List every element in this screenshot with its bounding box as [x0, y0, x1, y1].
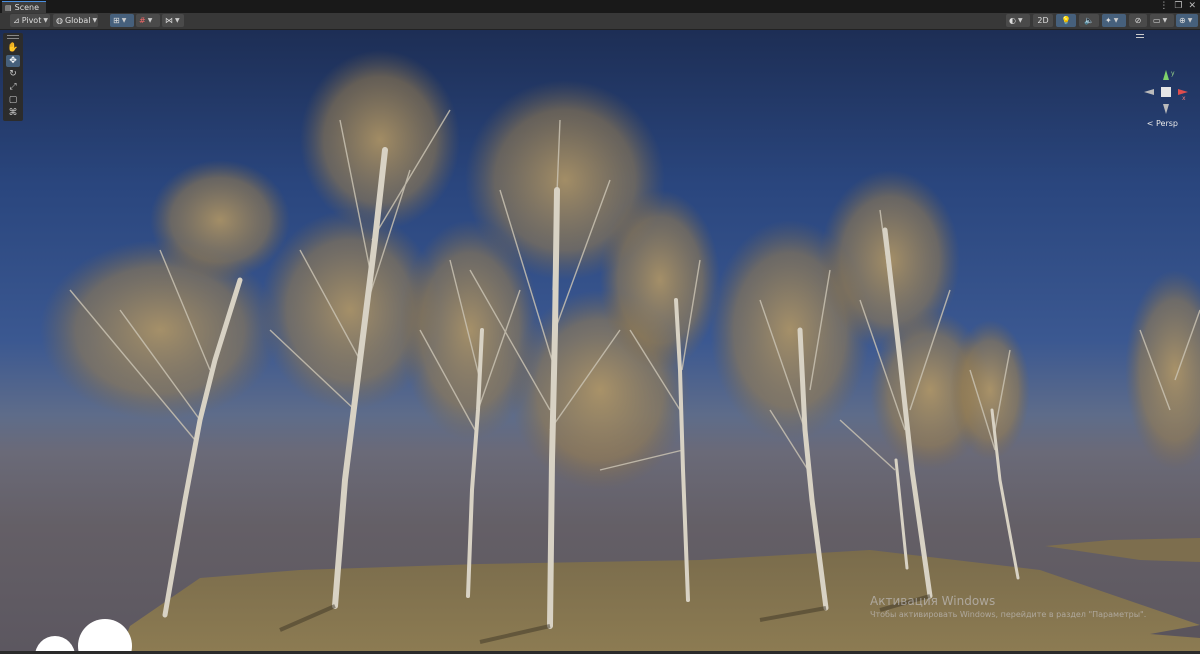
projection-toggle[interactable]: < Persp — [1147, 119, 1178, 128]
chevron-down-icon: ▼ — [1162, 17, 1168, 24]
gizmos-dropdown[interactable]: ⊕ ▼ — [1176, 14, 1198, 27]
global-icon: ◍ — [56, 16, 63, 25]
neg-x-axis-cone[interactable] — [1144, 89, 1154, 95]
watermark-title: Активация Windows — [870, 594, 996, 608]
overlay-drag-handle[interactable] — [7, 35, 19, 39]
y-axis-label: y — [1171, 70, 1175, 77]
audio-icon: 🔈 — [1084, 16, 1094, 25]
hidden-objects-toggle[interactable]: ⊘ — [1129, 14, 1147, 27]
tree-canopies — [40, 50, 1200, 490]
rotate-tool-button[interactable]: ↻ — [6, 68, 20, 80]
scene-viewport[interactable]: y x < Persp — [0, 30, 1200, 651]
move-tool-button[interactable]: ✥ — [6, 55, 20, 67]
chevron-down-icon: ▼ — [147, 17, 153, 24]
grid-snap-icon: ⊞ — [113, 16, 120, 25]
rect-tool-button[interactable]: ▢ — [6, 94, 20, 106]
center-cube[interactable] — [1161, 87, 1171, 97]
chevron-down-icon: ▼ — [121, 17, 127, 24]
effects-icon: ✦ — [1105, 16, 1112, 25]
maximize-icon[interactable]: ❐ — [1174, 1, 1182, 11]
ground-terrain-far — [1045, 538, 1200, 562]
transform-tool-icon: ⌘ — [8, 108, 18, 118]
shading-mode-dropdown[interactable]: ◐ ▼ — [1006, 14, 1030, 27]
windows-activation-watermark: Активация Windows Чтобы активировать Win… — [870, 594, 1146, 619]
chevron-down-icon: ▼ — [175, 17, 180, 24]
neg-y-axis-cone[interactable] — [1163, 104, 1169, 114]
audio-toggle[interactable]: 🔈 — [1079, 14, 1099, 27]
grid-snap-toggle[interactable]: ⊞ ▼ — [110, 14, 134, 27]
chevron-down-icon: ▼ — [92, 17, 98, 24]
lighting-toggle[interactable]: 💡 — [1056, 14, 1076, 27]
tab-bar: ▤ Scene ⋮ ❐ ✕ — [0, 0, 1200, 13]
move-tool-icon: ✥ — [9, 56, 17, 66]
camera-dropdown[interactable]: ▭ ▼ — [1150, 14, 1174, 27]
gizmos-icon: ⊕ — [1179, 16, 1186, 25]
x-axis-label: x — [1182, 95, 1186, 102]
hidden-objects-icon: ⊘ — [1134, 16, 1142, 25]
rect-tool-icon: ▢ — [8, 95, 18, 105]
increment-snap-icon: ⋈ — [165, 16, 173, 25]
scene-toolbar: ⊿ Pivot ▼ ◍ Global ▼ ⊞ ▼ # ▼ ⋈ ▼ ◐ ▼ 2D … — [0, 13, 1200, 30]
chevron-down-icon: ▼ — [1113, 17, 1119, 24]
window-controls: ⋮ ❐ ✕ — [1159, 1, 1196, 11]
shading-mode-icon: ◐ — [1009, 16, 1016, 25]
mode-2d-label: 2D — [1037, 16, 1049, 25]
global-label: Global — [64, 16, 91, 25]
gizmo-options-icon[interactable] — [1136, 34, 1144, 38]
pivot-label: Pivot — [21, 16, 42, 25]
projection-label: Persp — [1156, 119, 1178, 128]
grid-icon: # — [139, 16, 146, 25]
projection-icon: < — [1146, 119, 1154, 128]
pivot-dropdown[interactable]: ⊿ Pivot ▼ — [10, 14, 50, 27]
hand-tool-button[interactable]: ✋ — [6, 42, 20, 54]
more-options-icon[interactable]: ⋮ — [1159, 1, 1168, 11]
chevron-down-icon: ▼ — [1187, 17, 1193, 24]
transform-tool-button[interactable]: ⌘ — [6, 107, 20, 119]
tab-scene[interactable]: ▤ Scene — [2, 1, 46, 13]
global-dropdown[interactable]: ◍ Global ▼ — [53, 14, 98, 27]
effects-dropdown[interactable]: ✦ ▼ — [1102, 14, 1126, 27]
rotate-tool-icon: ↻ — [9, 69, 17, 79]
scene-render — [35, 50, 1200, 651]
lighting-icon: 💡 — [1061, 16, 1071, 25]
tools-overlay: ✋ ✥ ↻ ⤢ ▢ ⌘ — [3, 33, 23, 121]
chevron-down-icon: ▼ — [1017, 17, 1023, 24]
mode-2d-toggle[interactable]: 2D — [1033, 14, 1053, 27]
tab-scene-label: Scene — [14, 3, 40, 12]
pivot-icon: ⊿ — [13, 16, 20, 25]
hand-tool-icon: ✋ — [7, 43, 19, 53]
camera-icon: ▭ — [1153, 16, 1161, 25]
scene-tab-icon: ▤ — [5, 3, 12, 12]
grid-toggle[interactable]: # ▼ — [136, 14, 160, 27]
light-gizmo-handle[interactable] — [35, 636, 75, 651]
scale-tool-button[interactable]: ⤢ — [6, 81, 20, 93]
orientation-gizmo[interactable]: y x — [1144, 70, 1188, 114]
scale-tool-icon: ⤢ — [9, 82, 17, 92]
watermark-subtitle: Чтобы активировать Windows, перейдите в … — [870, 610, 1147, 619]
close-icon[interactable]: ✕ — [1188, 1, 1196, 11]
chevron-down-icon: ▼ — [43, 17, 48, 24]
increment-snap-toggle[interactable]: ⋈ ▼ — [162, 14, 184, 27]
light-gizmo-handle[interactable] — [78, 619, 132, 651]
